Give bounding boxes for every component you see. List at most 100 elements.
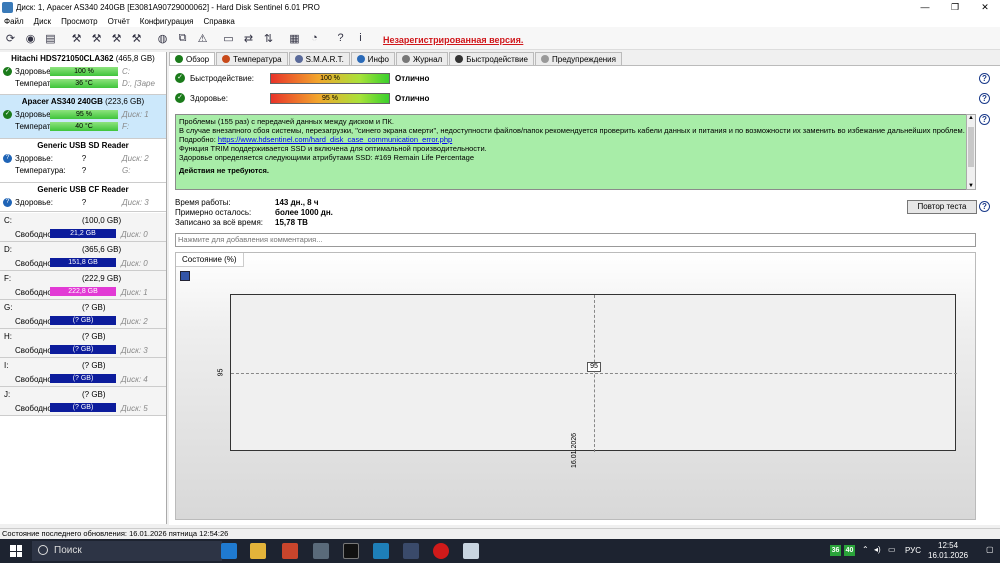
network-app-icon[interactable] (403, 543, 419, 559)
tab-log[interactable]: Журнал (396, 52, 449, 65)
globe-icon[interactable]: ◍ (154, 30, 171, 47)
backup-icon[interactable]: ⇅ (260, 30, 277, 47)
disk-health-row: ? Здоровье: ? Диск: 3 (0, 196, 166, 208)
sound-icon[interactable]: ◔ (306, 30, 323, 47)
temp-badge[interactable]: 36 (830, 545, 841, 556)
chart-icon[interactable]: ▦ (286, 30, 303, 47)
network-icon[interactable]: ▭ (888, 545, 896, 554)
tab-performance[interactable]: Быстродействие (449, 52, 535, 65)
app-icon (2, 2, 13, 13)
disk-name: Generic USB SD Reader (37, 141, 129, 150)
temp-bar: 40 °C (50, 121, 118, 131)
tab-smart[interactable]: S.M.A.R.T. (288, 52, 350, 65)
help-icon[interactable]: ? (979, 73, 990, 84)
chart-plot-area: 95 (230, 294, 957, 452)
speaker-icon[interactable]: ◂) (874, 545, 881, 554)
disk-health-row: ✓ Здоровье: 95 % Диск: 1 (3, 109, 149, 119)
calculator-app-icon[interactable] (221, 543, 237, 559)
volume-i[interactable]: I: (? GB) Свободно (? GB) Диск: 4 (0, 358, 166, 387)
menu-bar: Файл Диск Просмотр Отчёт Конфигурация Сп… (0, 15, 1000, 27)
check-icon (175, 55, 183, 63)
disk-entry-sd-reader[interactable]: Generic USB SD Reader ? Здоровье: ? Диск… (0, 139, 166, 183)
menu-report[interactable]: Отчёт (108, 17, 130, 26)
close-button[interactable]: ✕ (970, 0, 1000, 15)
language-indicator[interactable]: РУС (905, 546, 921, 555)
y-gridline (231, 373, 957, 374)
paint-app-icon[interactable] (313, 543, 329, 559)
disk-list-panel: Hitachi HDS721050CLA362 (465,8 GB) ✓ Здо… (0, 52, 167, 524)
test-short-icon[interactable]: ⚒ (88, 30, 105, 47)
free-space-bar: 151,8 GB (50, 258, 116, 267)
report-icon[interactable]: ▤ (42, 30, 59, 47)
taskbar-search[interactable]: Поиск (32, 541, 222, 561)
health-chart-panel: Состояние (%) 95 95 16.01.2026 (175, 252, 976, 520)
tray-chevron-icon[interactable]: ⌃ (862, 545, 869, 554)
retest-button[interactable]: Повтор теста (907, 200, 977, 214)
scroll-up-icon[interactable]: ▲ (968, 115, 974, 121)
app-icon[interactable] (373, 543, 389, 559)
menu-disk[interactable]: Диск (34, 17, 51, 26)
help-icon[interactable]: ? (979, 93, 990, 104)
details-link[interactable]: https://www.hdsentinel.com/hard_disk_cas… (218, 135, 452, 144)
status-bar: Состояние последнего обновления: 16.01.2… (0, 528, 1000, 539)
check-icon: ✓ (3, 109, 12, 119)
sync-icon[interactable]: ⇄ (240, 30, 257, 47)
disk-entry-apacer[interactable]: Apacer AS340 240GB (223,6 GB) ✓ Здоровье… (0, 95, 166, 139)
temp-badge[interactable]: 40 (844, 545, 855, 556)
scroll-down-icon[interactable]: ▼ (968, 183, 974, 189)
windows-start-icon[interactable] (10, 545, 22, 557)
test-extended-icon[interactable]: ⚒ (108, 30, 125, 47)
volume-j[interactable]: J: (? GB) Свободно (? GB) Диск: 5 (0, 387, 166, 416)
refresh-icon[interactable]: ⟳ (2, 30, 19, 47)
tab-temperature[interactable]: Температура (216, 52, 288, 65)
unregistered-link[interactable]: Незарегистрированная версия. (383, 35, 523, 45)
chart-tab-health[interactable]: Состояние (%) (176, 253, 244, 267)
tab-overview[interactable]: Обзор (169, 52, 216, 65)
clock[interactable]: 12:54 16.01.2026 (928, 541, 968, 561)
menu-view[interactable]: Просмотр (61, 17, 98, 26)
tab-warnings[interactable]: Предупреждения (535, 52, 622, 65)
free-space-bar: (? GB) (50, 345, 116, 354)
alert-icon[interactable]: ⚠ (194, 30, 211, 47)
data-point-label: 95 (587, 362, 601, 372)
save-icon[interactable] (180, 271, 190, 281)
info-icon[interactable]: i (352, 30, 369, 47)
comment-field[interactable]: Нажмите для добавления комментария... (175, 233, 976, 247)
opera-icon[interactable] (433, 543, 449, 559)
volume-h[interactable]: H: (? GB) Свободно (? GB) Диск: 3 (0, 329, 166, 358)
taskbar: Поиск 36 40 ⌃ ◂) ▭ РУС 12:54 16.01.2026 … (0, 539, 1000, 563)
volume-f[interactable]: F: (222,9 GB) Свободно 222,8 GB Диск: 1 (0, 271, 166, 300)
volume-c[interactable]: C: (100,0 GB) Свободно 21,2 GB Диск: 0 (0, 213, 166, 242)
volume-d[interactable]: D: (365,6 GB) Свободно 151,8 GB Диск: 0 (0, 242, 166, 271)
free-space-bar: (? GB) (50, 374, 116, 383)
document-icon[interactable]: ▭ (220, 30, 237, 47)
help-icon[interactable]: ? (979, 201, 990, 212)
menu-file[interactable]: Файл (4, 17, 24, 26)
message-scrollbar[interactable]: ▲ ▼ (966, 114, 976, 190)
network-icon[interactable]: ⧉ (174, 30, 191, 47)
info-icon (356, 55, 365, 63)
hds-taskbar-icon[interactable] (463, 543, 479, 559)
menu-config[interactable]: Конфигурация (140, 17, 194, 26)
disk-entry-hitachi[interactable]: Hitachi HDS721050CLA362 (465,8 GB) ✓ Здо… (0, 52, 166, 95)
help-icon[interactable]: ? (979, 114, 990, 125)
volume-g[interactable]: G: (? GB) Свободно (? GB) Диск: 2 (0, 300, 166, 329)
test-icon[interactable]: ⚒ (68, 30, 85, 47)
app-window: Диск: 1, Apacer AS340 240GB [E3081A90729… (0, 0, 1000, 563)
powerpoint-icon[interactable] (282, 543, 298, 559)
disk-entry-cf-reader[interactable]: Generic USB CF Reader ? Здоровье: ? Диск… (0, 183, 166, 212)
notifications-icon[interactable]: ▢ (986, 545, 994, 554)
maximize-button[interactable]: ❐ (940, 0, 970, 15)
test-surface-icon[interactable]: ⚒ (128, 30, 145, 47)
tab-info[interactable]: Инфо (350, 52, 395, 65)
disk-info-icon[interactable]: ◉ (22, 30, 39, 47)
status-message-box: Проблемы (155 раз) с передачей данных ме… (175, 114, 973, 190)
menu-help[interactable]: Справка (203, 17, 234, 26)
minimize-button[interactable]: — (910, 0, 940, 15)
help-icon[interactable]: ? (332, 30, 349, 47)
file-explorer-icon[interactable] (250, 543, 266, 559)
health-bar: 95 % (270, 92, 390, 104)
terminal-icon[interactable] (343, 543, 359, 559)
search-icon (38, 545, 48, 555)
scroll-thumb[interactable] (968, 127, 974, 167)
